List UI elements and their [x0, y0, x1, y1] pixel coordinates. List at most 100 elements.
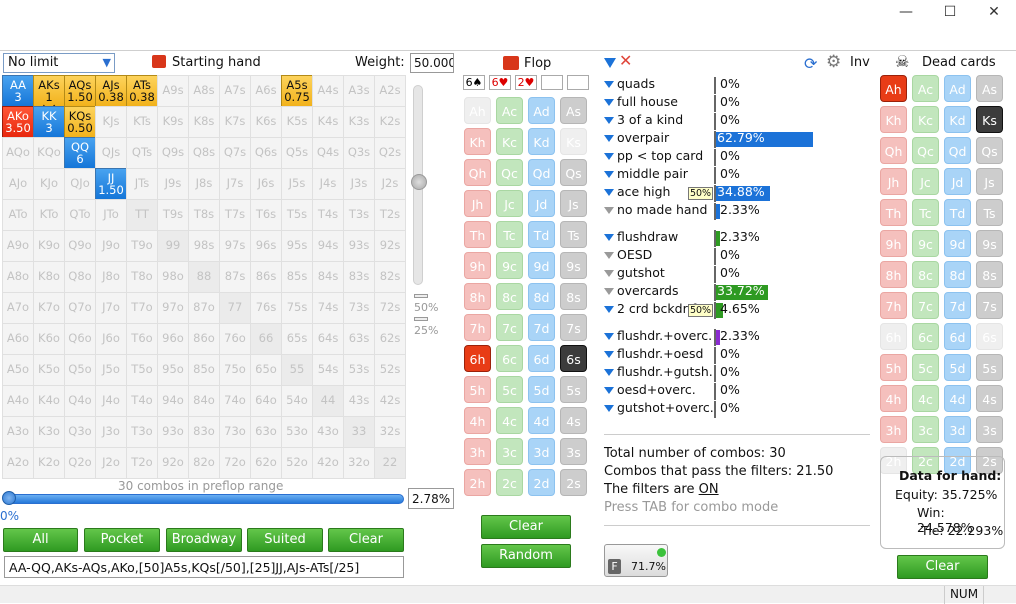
hand-cell-76o[interactable]: 76o: [219, 323, 251, 355]
filter-row-combo-2[interactable]: flushdr.+gutsh.: [604, 364, 713, 382]
flop-card-Td[interactable]: Td: [528, 221, 555, 248]
hand-cell-Q2s[interactable]: Q2s: [374, 137, 406, 169]
dead-card-As[interactable]: As: [976, 75, 1003, 102]
filter-funnel-icon[interactable]: [604, 387, 614, 394]
hand-cell-75s[interactable]: 75s: [281, 292, 313, 324]
flop-card-5c[interactable]: 5c: [496, 376, 523, 403]
flop-card-5h[interactable]: 5h: [464, 376, 491, 403]
hand-cell-J9o[interactable]: J9o: [95, 230, 127, 262]
hand-cell-T9s[interactable]: T9s: [157, 199, 189, 231]
flop-card-Qh[interactable]: Qh: [464, 159, 491, 186]
dead-card-7s[interactable]: 7s: [976, 292, 1003, 319]
dead-card-8c[interactable]: 8c: [912, 261, 939, 288]
dead-clear-button[interactable]: Clear: [897, 555, 988, 579]
hand-cell-QTo[interactable]: QTo: [64, 199, 96, 231]
flop-card-8c[interactable]: 8c: [496, 283, 523, 310]
filter-funnel-icon[interactable]: [604, 351, 614, 358]
flop-card-5d[interactable]: 5d: [528, 376, 555, 403]
filter-icon[interactable]: [604, 55, 619, 69]
minimize-button[interactable]: —: [893, 4, 919, 24]
hand-cell-T6o[interactable]: T6o: [126, 323, 158, 355]
dead-card-3c[interactable]: 3c: [912, 416, 939, 443]
filter-row-combo-4[interactable]: gutshot+overc.: [604, 400, 714, 418]
hand-cell-99[interactable]: 99: [157, 230, 189, 262]
hand-cell-QJo[interactable]: QJo: [64, 168, 96, 200]
hand-cell-Q8s[interactable]: Q8s: [188, 137, 220, 169]
filter-row-made-0[interactable]: quads: [604, 76, 655, 94]
dead-card-6s[interactable]: 6s: [976, 323, 1003, 350]
hand-cell-54s[interactable]: 54s: [312, 354, 344, 386]
dead-card-7h[interactable]: 7h: [880, 292, 907, 319]
dead-card-9d[interactable]: 9d: [944, 230, 971, 257]
hand-cell-KK[interactable]: KK 3: [33, 106, 65, 138]
board-slot-2[interactable]: 6♥: [489, 75, 511, 90]
hand-cell-82o[interactable]: 82o: [188, 447, 220, 479]
hand-cell-72o[interactable]: 72o: [219, 447, 251, 479]
hand-cell-K3s[interactable]: K3s: [343, 106, 375, 138]
dead-card-Ac[interactable]: Ac: [912, 75, 939, 102]
dead-card-5c[interactable]: 5c: [912, 354, 939, 381]
hand-cell-K4s[interactable]: K4s: [312, 106, 344, 138]
hand-cell-86s[interactable]: 86s: [250, 261, 282, 293]
hand-cell-A5o[interactable]: A5o: [2, 354, 34, 386]
hand-cell-83o[interactable]: 83o: [188, 416, 220, 448]
filter-row-made-1[interactable]: full house: [604, 94, 678, 112]
range-slider-thumb[interactable]: [2, 491, 16, 505]
dead-card-Js[interactable]: Js: [976, 168, 1003, 195]
flop-card-Jc[interactable]: Jc: [496, 190, 523, 217]
filters-state-link[interactable]: ON: [699, 482, 719, 497]
hand-cell-74o[interactable]: 74o: [219, 385, 251, 417]
weight-input[interactable]: 50.000: [410, 53, 454, 73]
hand-cell-JTo[interactable]: JTo: [95, 199, 127, 231]
filter-row-made-3[interactable]: overpair: [604, 130, 669, 148]
flop-card-Kc[interactable]: Kc: [496, 128, 523, 155]
hand-cell-A2s[interactable]: A2s: [374, 75, 406, 107]
filter-row-draw-3[interactable]: overcards: [604, 283, 679, 301]
hand-cell-JTs[interactable]: JTs: [126, 168, 158, 200]
hand-cell-42o[interactable]: 42o: [312, 447, 344, 479]
hand-cell-J8s[interactable]: J8s: [188, 168, 220, 200]
dead-card-3s[interactable]: 3s: [976, 416, 1003, 443]
flop-card-4s[interactable]: 4s: [560, 407, 587, 434]
filter-row-draw-4[interactable]: 2 crd bckdr f: [604, 301, 696, 319]
filter-funnel-icon[interactable]: [604, 99, 614, 106]
hand-cell-95o[interactable]: 95o: [157, 354, 189, 386]
hand-cell-QQ[interactable]: QQ 6: [64, 137, 96, 169]
inv-label[interactable]: Inv: [850, 55, 870, 70]
hand-cell-32s[interactable]: 32s: [374, 416, 406, 448]
flop-card-4d[interactable]: 4d: [528, 407, 555, 434]
hand-cell-T6s[interactable]: T6s: [250, 199, 282, 231]
hand-cell-A5s[interactable]: A5s 0.75: [281, 75, 313, 107]
dead-card-4h[interactable]: 4h: [880, 385, 907, 412]
suited-button[interactable]: Suited: [247, 528, 323, 552]
hand-cell-T8o[interactable]: T8o: [126, 261, 158, 293]
hand-cell-84s[interactable]: 84s: [312, 261, 344, 293]
hand-cell-K6s[interactable]: K6s: [250, 106, 282, 138]
filter-row-made-6[interactable]: ace high: [604, 184, 670, 202]
board-slot-3[interactable]: 2♥: [515, 75, 537, 90]
flop-card-Jh[interactable]: Jh: [464, 190, 491, 217]
flop-card-Jd[interactable]: Jd: [528, 190, 555, 217]
hand-cell-62s[interactable]: 62s: [374, 323, 406, 355]
hand-cell-K7o[interactable]: K7o: [33, 292, 65, 324]
flop-card-Ac[interactable]: Ac: [496, 97, 523, 124]
flop-card-Ks[interactable]: Ks: [560, 128, 587, 155]
hand-cell-43s[interactable]: 43s: [343, 385, 375, 417]
range-percent-field[interactable]: 2.78%: [408, 488, 454, 509]
dead-card-4s[interactable]: 4s: [976, 385, 1003, 412]
hand-cell-A9s[interactable]: A9s: [157, 75, 189, 107]
filter-funnel-icon[interactable]: [604, 171, 614, 178]
hand-cell-KQo[interactable]: KQo: [33, 137, 65, 169]
hand-cell-T5s[interactable]: T5s: [281, 199, 313, 231]
hand-cell-73o[interactable]: 73o: [219, 416, 251, 448]
hand-cell-85o[interactable]: 85o: [188, 354, 220, 386]
hand-cell-QTs[interactable]: QTs: [126, 137, 158, 169]
hand-cell-A2o[interactable]: A2o: [2, 447, 34, 479]
pocket-button[interactable]: Pocket: [84, 528, 160, 552]
hand-cell-86o[interactable]: 86o: [188, 323, 220, 355]
flop-card-6h[interactable]: 6h: [464, 345, 491, 372]
dead-card-6c[interactable]: 6c: [912, 323, 939, 350]
dead-card-Kd[interactable]: Kd: [944, 106, 971, 133]
hand-cell-42s[interactable]: 42s: [374, 385, 406, 417]
hand-cell-K4o[interactable]: K4o: [33, 385, 65, 417]
